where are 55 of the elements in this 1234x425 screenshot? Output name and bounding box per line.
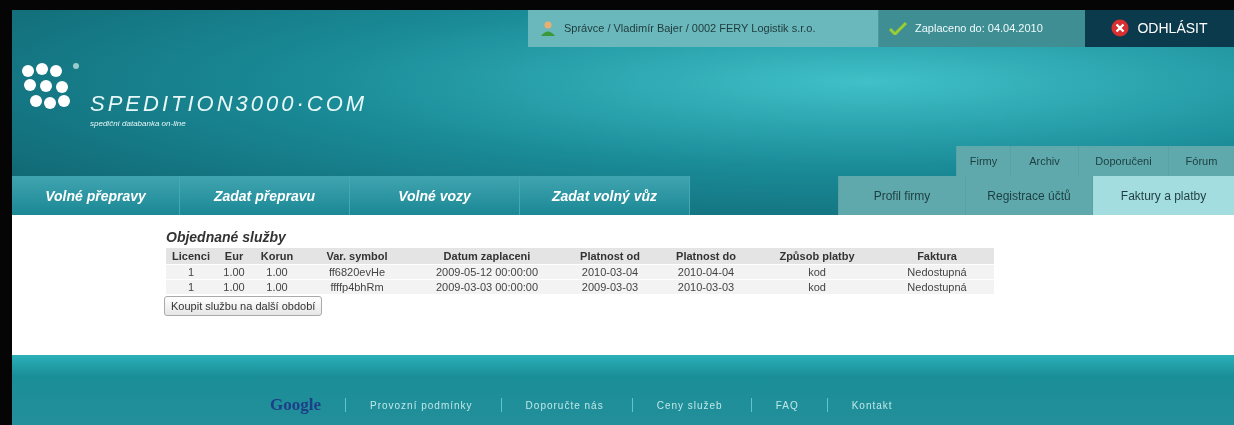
buy-service-button[interactable]: Koupit službu na další období bbox=[164, 296, 323, 316]
table-cell: 1.00 bbox=[252, 264, 302, 280]
account-tab[interactable]: Faktury a platby bbox=[1092, 176, 1234, 215]
main-nav-tab[interactable]: Volné přepravy bbox=[12, 176, 180, 215]
table-cell: 1 bbox=[166, 279, 216, 294]
google-logo: Google bbox=[270, 395, 321, 415]
column-header: Faktura bbox=[880, 248, 994, 265]
secondary-tab[interactable]: Fórum bbox=[1168, 146, 1234, 177]
table-cell: ffffp4bhRm bbox=[302, 279, 412, 294]
footer-link[interactable]: Provozní podmínky bbox=[370, 399, 473, 411]
table-cell: 1.00 bbox=[252, 279, 302, 294]
main-nav-tab[interactable]: Volné vozy bbox=[350, 176, 520, 215]
logo-tagline: spediční databanka on-line bbox=[90, 118, 187, 128]
table-cell: ff6820evHe bbox=[302, 264, 412, 280]
footer-link[interactable]: FAQ bbox=[775, 399, 799, 411]
table-cell: Nedostupná bbox=[880, 279, 994, 294]
column-header: Platnost do bbox=[658, 248, 754, 265]
table-cell: 1.00 bbox=[216, 264, 252, 280]
column-header: Datum zaplaceni bbox=[412, 248, 562, 265]
table-cell: 2010-03-04 bbox=[562, 264, 658, 280]
table-cell: 2009-03-03 00:00:00 bbox=[412, 279, 562, 294]
column-header: Var. symbol bbox=[302, 248, 412, 265]
section-title: Objednané služby bbox=[166, 229, 286, 245]
column-header: Korun bbox=[252, 248, 302, 265]
secondary-tab[interactable]: Archiv bbox=[1010, 146, 1078, 177]
account-tab[interactable]: Registrace účtů bbox=[965, 176, 1092, 215]
column-header: Licenci bbox=[166, 248, 216, 265]
table-cell: 2009-05-12 00:00:00 bbox=[412, 264, 562, 280]
user-name: Správce / Vladimír Bajer / 0002 FERY Logistik s.r.o. bbox=[564, 22, 816, 35]
footer-link[interactable]: Kontakt bbox=[851, 399, 893, 411]
column-header: Eur bbox=[216, 248, 252, 265]
table-cell: 1 bbox=[166, 264, 216, 280]
logo-icon bbox=[20, 60, 82, 111]
logout-button[interactable]: ODHLÁSIT bbox=[1085, 10, 1234, 47]
table-cell: 2010-04-04 bbox=[658, 264, 754, 280]
column-header: Způsob platby bbox=[754, 248, 880, 265]
table-cell: kod bbox=[754, 279, 880, 294]
table-cell: 2009-03-03 bbox=[562, 279, 658, 294]
close-icon bbox=[1111, 19, 1130, 38]
footer-link[interactable]: Ceny služeb bbox=[656, 399, 723, 411]
secondary-tab[interactable]: Firmy bbox=[956, 146, 1010, 177]
table-cell: 2010-03-03 bbox=[658, 279, 754, 294]
check-icon bbox=[889, 21, 907, 36]
person-icon bbox=[540, 20, 556, 37]
footer-link[interactable]: Doporučte nás bbox=[525, 399, 604, 411]
main-nav-tab[interactable]: Zadat přepravu bbox=[180, 176, 350, 215]
main-nav-tab[interactable]: Zadat volný vůz bbox=[520, 176, 690, 215]
table-cell: kod bbox=[754, 264, 880, 280]
table-cell: Nedostupná bbox=[880, 264, 994, 280]
account-tab[interactable]: Profil firmy bbox=[838, 176, 965, 215]
secondary-tab[interactable]: Doporučeni bbox=[1078, 146, 1168, 177]
table-cell: 1.00 bbox=[216, 279, 252, 294]
column-header: Platnost od bbox=[562, 248, 658, 265]
logo-name: SPEDITION3000·COM bbox=[90, 90, 368, 117]
paid-until-text: Zaplaceno do: 04.04.2010 bbox=[915, 22, 1043, 35]
